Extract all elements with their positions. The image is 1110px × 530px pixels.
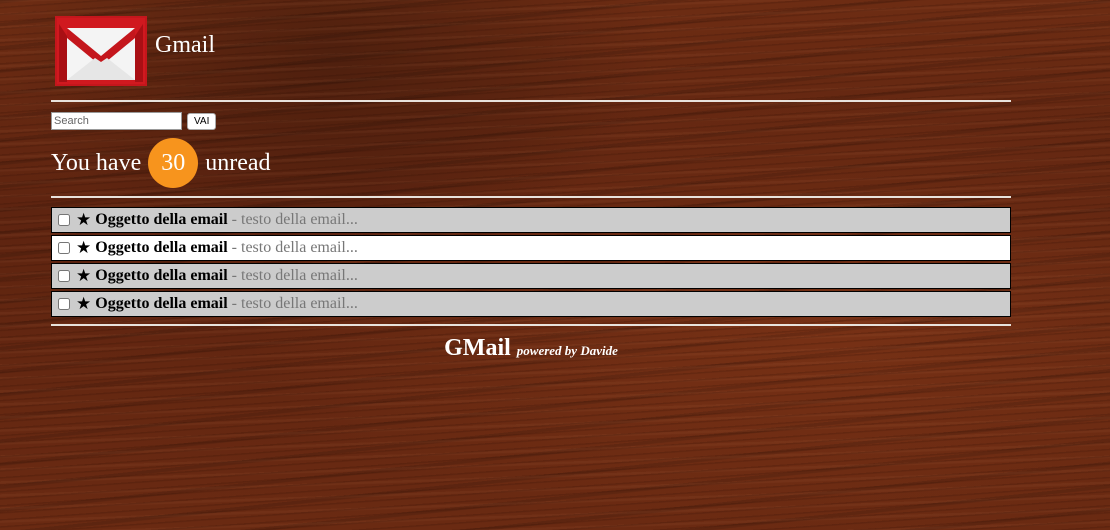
search-button[interactable]: VAI <box>187 112 217 130</box>
page-container: Gmail VAI You have 30 unread ★ Oggetto d… <box>51 0 1011 362</box>
search-input[interactable] <box>51 112 182 130</box>
footer: GMail powered by Davide <box>51 335 1011 362</box>
email-list: ★ Oggetto della email - testo della emai… <box>51 207 1011 317</box>
gmail-envelope-icon <box>55 16 147 86</box>
divider <box>51 100 1011 102</box>
star-icon[interactable]: ★ <box>76 210 91 230</box>
email-select-checkbox[interactable] <box>58 298 70 310</box>
email-row[interactable]: ★ Oggetto della email - testo della emai… <box>51 207 1011 233</box>
email-subject: Oggetto della email <box>95 239 228 256</box>
header: Gmail <box>51 0 1011 100</box>
star-icon[interactable]: ★ <box>76 238 91 258</box>
email-select-checkbox[interactable] <box>58 242 70 254</box>
email-subject: Oggetto della email <box>95 267 228 284</box>
unread-prefix: You have <box>51 149 142 176</box>
star-icon[interactable]: ★ <box>76 294 91 314</box>
email-subject: Oggetto della email <box>95 211 228 228</box>
email-select-checkbox[interactable] <box>58 270 70 282</box>
divider <box>51 196 1011 198</box>
unread-suffix: unread <box>205 149 271 176</box>
email-row[interactable]: ★ Oggetto della email - testo della emai… <box>51 235 1011 261</box>
divider <box>51 324 1011 326</box>
email-snippet: - testo della email... <box>231 239 358 256</box>
footer-credit: powered by Davide <box>516 343 618 358</box>
email-snippet: - testo della email... <box>231 211 358 228</box>
email-snippet: - testo della email... <box>231 295 358 312</box>
search-bar: VAI <box>51 111 1011 131</box>
unread-count-badge: 30 <box>148 138 199 188</box>
app-title: Gmail <box>155 32 215 58</box>
email-row[interactable]: ★ Oggetto della email - testo della emai… <box>51 291 1011 317</box>
email-select-checkbox[interactable] <box>58 214 70 226</box>
footer-brand: GMail <box>444 335 511 361</box>
email-snippet: - testo della email... <box>231 267 358 284</box>
email-row[interactable]: ★ Oggetto della email - testo della emai… <box>51 263 1011 289</box>
email-subject: Oggetto della email <box>95 295 228 312</box>
star-icon[interactable]: ★ <box>76 266 91 286</box>
unread-summary: You have 30 unread <box>51 138 1011 188</box>
